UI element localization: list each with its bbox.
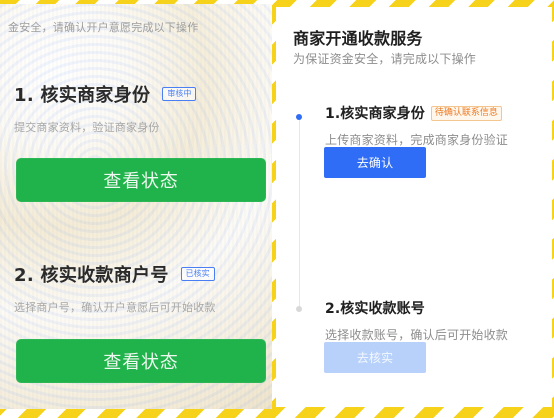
left-intro-text: 金安全，请确认开户意愿完成以下操作 bbox=[8, 21, 199, 34]
right-step-1-status-badge: 待确认联系信息 bbox=[430, 105, 502, 121]
right-step-1-header: 1.核实商家身份 待确认联系信息 bbox=[325, 103, 508, 123]
left-check-status-button-2[interactable]: 查看状态 bbox=[16, 339, 266, 383]
left-step-1-title: 1. 核实商家身份 bbox=[14, 85, 151, 106]
right-step-2: 2.核实收款账号 选择收款账号，确认后可开始收款 bbox=[325, 298, 508, 343]
left-step-2-title: 2. 核实收款商户号 bbox=[14, 265, 169, 286]
timeline-line bbox=[299, 116, 300, 308]
right-step-1-description: 上传商家资料，完成商家身份验证 bbox=[325, 133, 509, 147]
left-step-2-status-badge: 已核实 bbox=[180, 267, 215, 281]
left-step-2-header: 2. 核实收款商户号 已核实 bbox=[14, 261, 216, 287]
right-page-subtitle: 为保证资金安全，请完成以下操作 bbox=[293, 52, 477, 66]
left-check-status-button-1[interactable]: 查看状态 bbox=[16, 158, 266, 202]
left-step-1-description: 提交商家资料，验证商家身份 bbox=[14, 121, 160, 134]
left-step-1: 1. 核实商家身份 审核中 提交商家资料，验证商家身份 bbox=[14, 81, 197, 135]
confirm-button[interactable]: 去确认 bbox=[324, 147, 426, 178]
right-step-2-title: 2.核实收款账号 bbox=[325, 301, 425, 317]
right-step-2-header: 2.核实收款账号 bbox=[325, 298, 508, 318]
left-step-2: 2. 核实收款商户号 已核实 选择商户号，确认开户意愿后可开始收款 bbox=[14, 261, 216, 315]
timeline-step-2-dot bbox=[296, 306, 302, 312]
right-page-title: 商家开通收款服务 bbox=[293, 29, 423, 48]
right-step-2-description: 选择收款账号，确认后可开始收款 bbox=[325, 328, 509, 342]
left-mobile-screen: 金安全，请确认开户意愿完成以下操作 1. 核实商家身份 审核中 提交商家资料，验… bbox=[0, 4, 272, 409]
right-service-panel: 商家开通收款服务 为保证资金安全，请完成以下操作 1.核实商家身份 待确认联系信… bbox=[276, 7, 552, 407]
left-step-1-status-badge: 审核中 bbox=[162, 87, 197, 101]
left-step-1-header: 1. 核实商家身份 审核中 bbox=[14, 81, 197, 107]
verify-button[interactable]: 去核实 bbox=[324, 342, 426, 373]
right-step-1-title: 1.核实商家身份 bbox=[325, 106, 425, 122]
comparison-frame: 金安全，请确认开户意愿完成以下操作 1. 核实商家身份 审核中 提交商家资料，验… bbox=[0, 0, 554, 418]
right-step-1: 1.核实商家身份 待确认联系信息 上传商家资料，完成商家身份验证 bbox=[325, 103, 508, 148]
left-step-2-description: 选择商户号，确认开户意愿后可开始收款 bbox=[14, 301, 216, 314]
timeline-step-1-dot bbox=[296, 114, 302, 120]
